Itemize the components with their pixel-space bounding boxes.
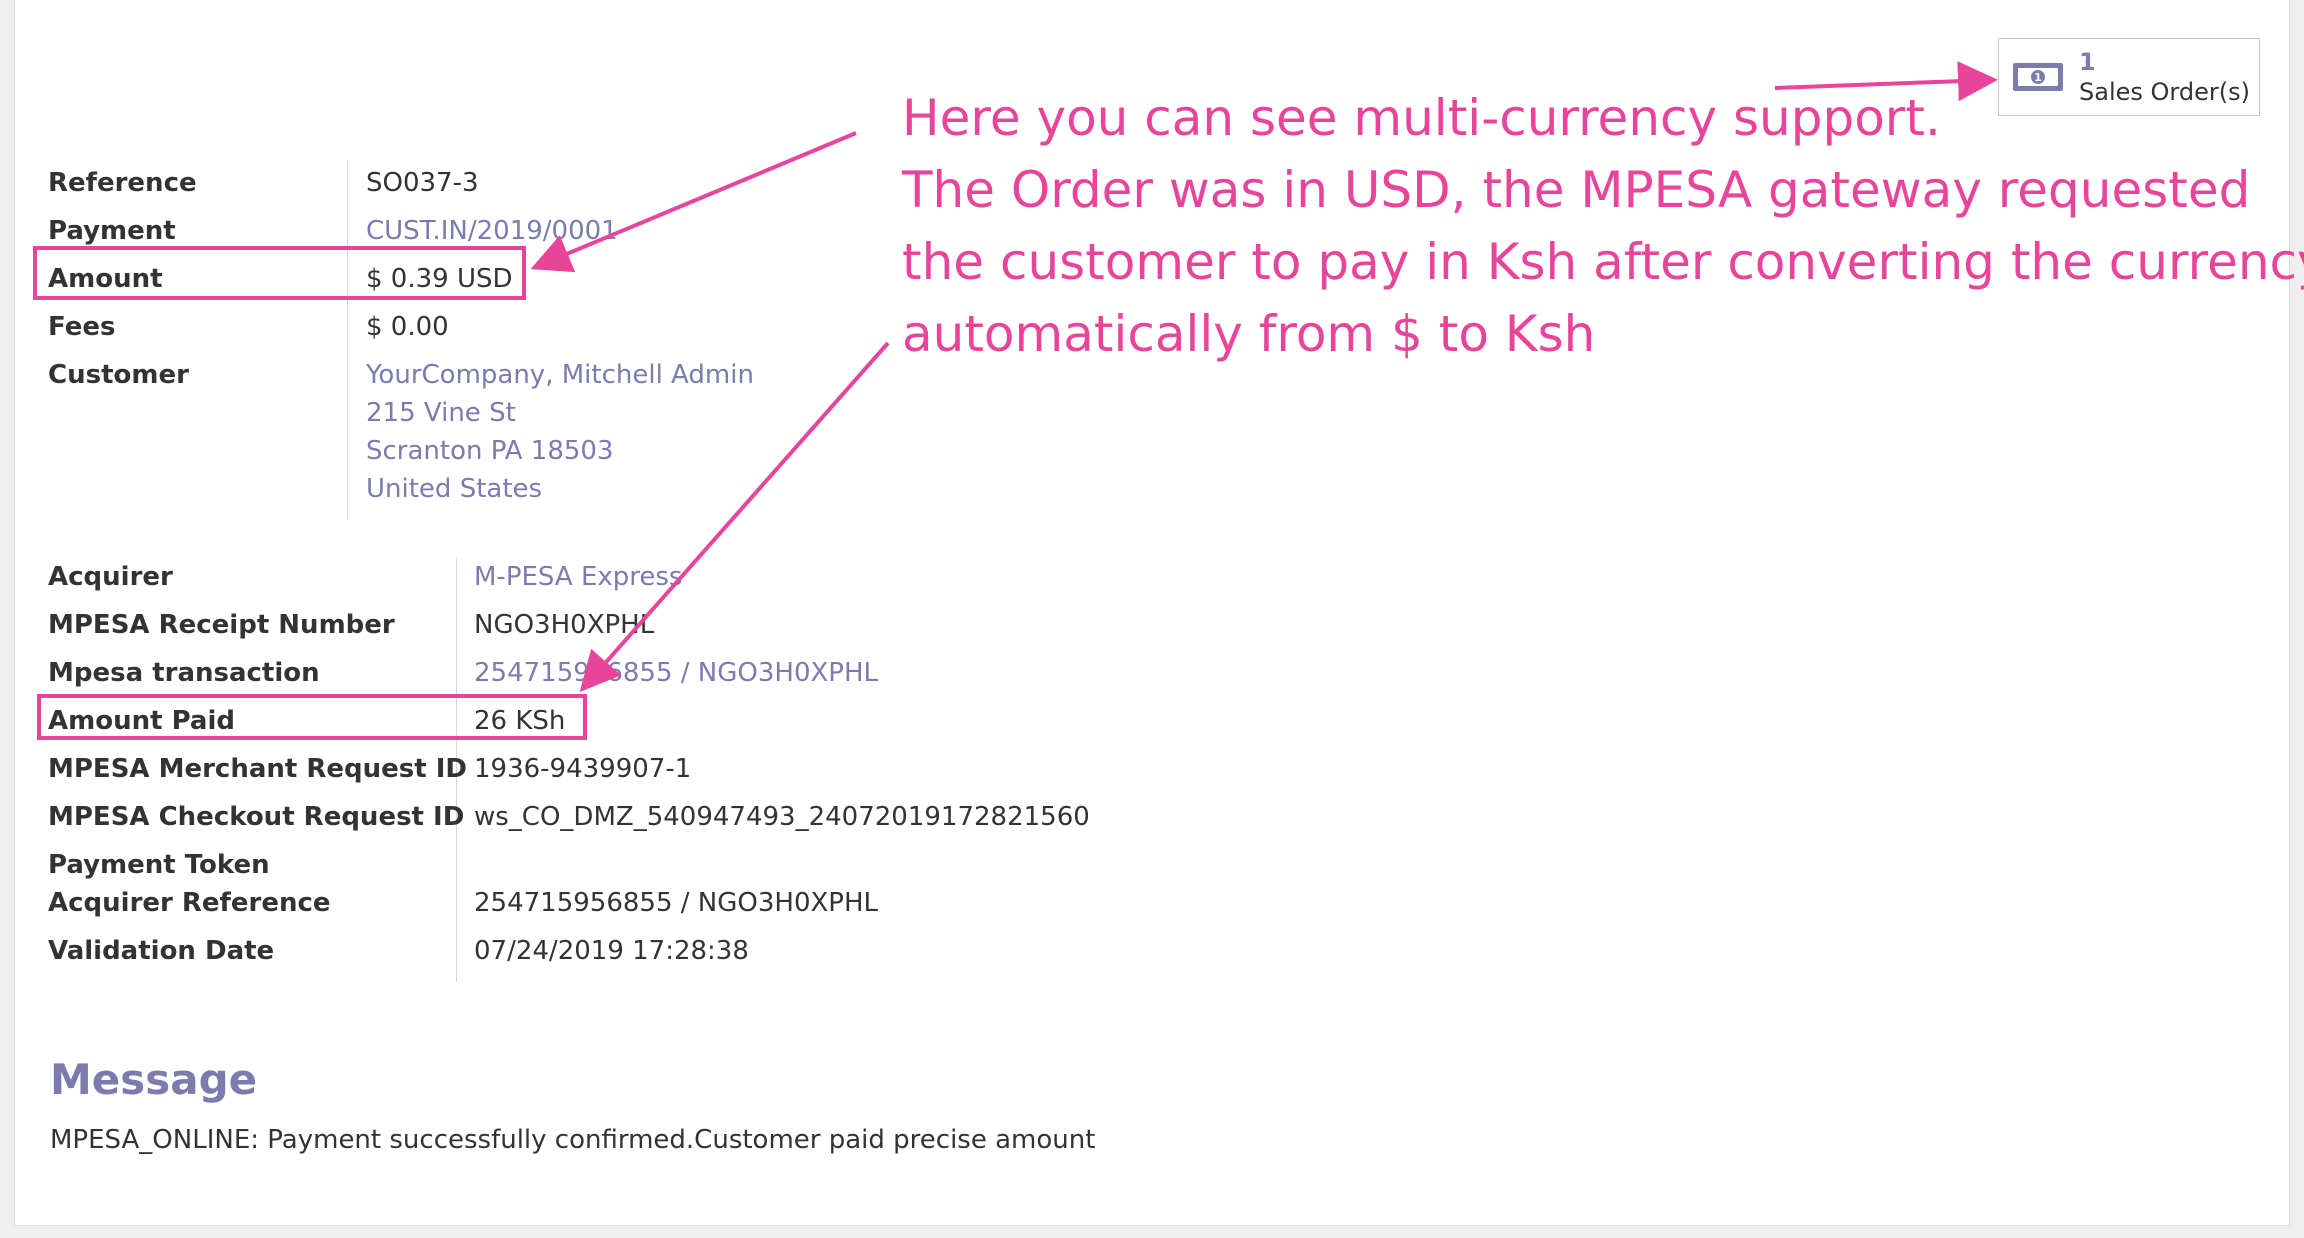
arrow-to-sales-orders xyxy=(1774,61,1998,102)
annotation-arrows xyxy=(530,61,1998,692)
arrow-to-amount xyxy=(530,131,857,273)
arrow-to-amount-paid xyxy=(579,341,890,692)
